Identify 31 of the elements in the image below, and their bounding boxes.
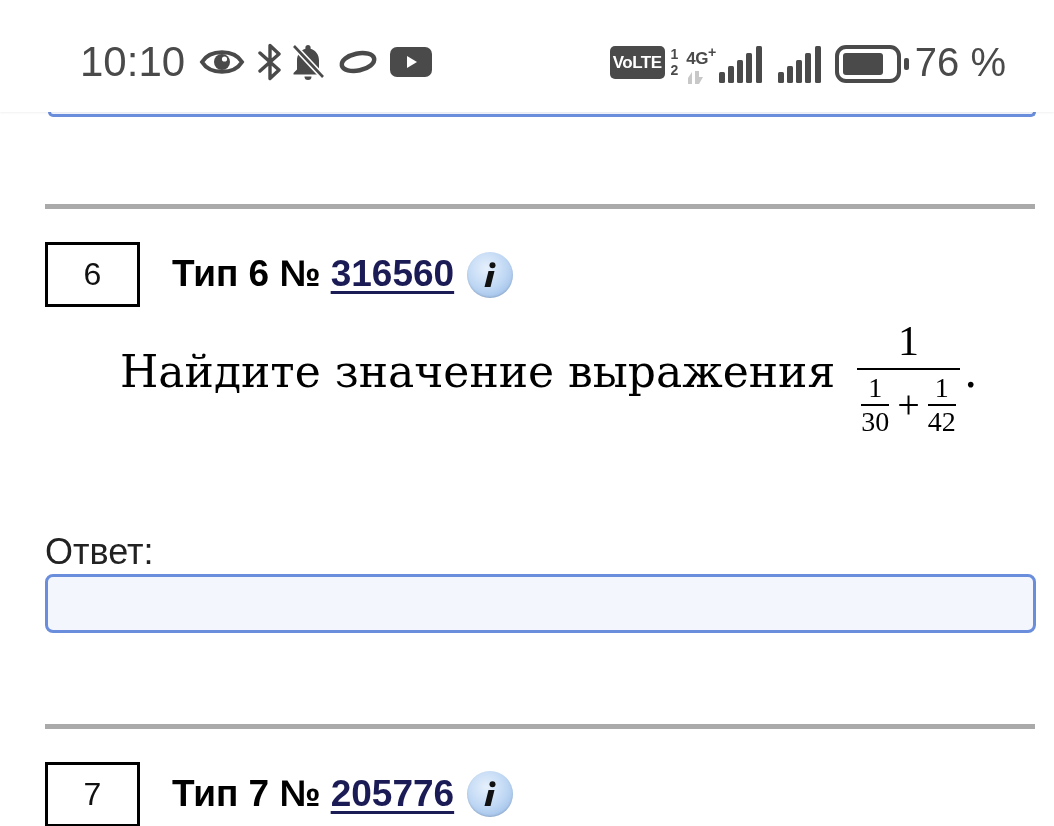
problem-id-link[interactable]: 205776	[330, 772, 455, 816]
question-number: 7	[45, 761, 140, 826]
clock-time: 10:10	[80, 41, 186, 83]
volte-badge: VoLTE	[609, 45, 665, 79]
question-type-label: Тип 6 №	[172, 253, 321, 296]
question-type-label: Тип 7 №	[172, 772, 321, 816]
data-arrows-icon	[686, 71, 704, 85]
plus-sign: +	[897, 385, 920, 425]
fraction-numerator: 1	[934, 374, 949, 402]
bluetooth-icon	[258, 43, 283, 81]
network-type: 4G$^{+}$	[686, 42, 716, 69]
problem-id-link[interactable]: 316560	[330, 253, 455, 296]
fraction-numerator: 1	[898, 320, 919, 366]
signal-bars-icon	[777, 45, 821, 83]
answer-field[interactable]	[48, 112, 1036, 117]
question-number: 6	[45, 242, 140, 307]
battery-icon	[834, 45, 909, 83]
oval-icon	[338, 49, 379, 75]
fraction-numerator: 1	[868, 374, 883, 402]
bell-off-icon	[290, 42, 327, 82]
answer-field[interactable]	[45, 573, 1036, 633]
problem-text: Найдите значение выражения	[120, 346, 836, 397]
sentence-period: .	[963, 346, 978, 397]
fraction-denominator: 30	[861, 408, 890, 436]
answer-label: Ответ:	[45, 532, 155, 572]
battery-percent: 76 %	[914, 42, 1006, 82]
sim-number: 1	[670, 46, 679, 62]
sim-number: 2	[670, 62, 679, 78]
signal-bars-icon	[718, 45, 762, 83]
video-play-icon	[390, 47, 433, 77]
fraction-denominator: 42	[927, 408, 956, 436]
